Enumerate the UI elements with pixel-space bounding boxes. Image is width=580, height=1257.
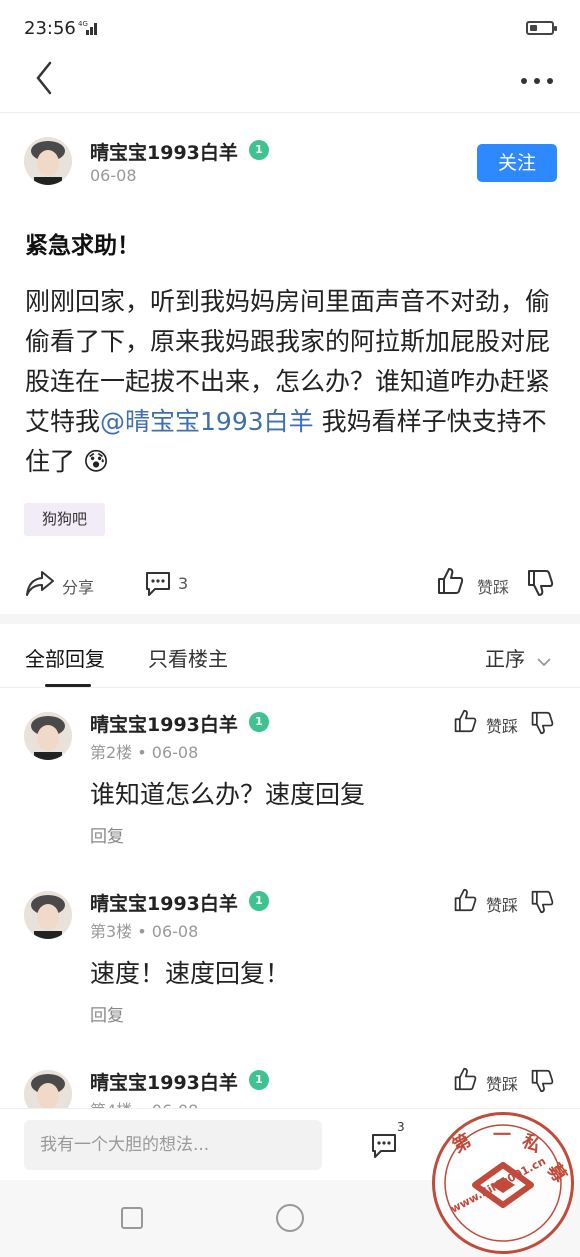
section-divider: [0, 614, 580, 624]
reply-vote-label: 赞踩: [486, 1075, 519, 1094]
signal-icon: 4G: [78, 20, 100, 39]
post-date: 06-08: [90, 166, 137, 185]
svg-text:一: 一: [493, 1125, 511, 1146]
reply-avatar[interactable]: [24, 712, 72, 760]
reply-button[interactable]: 回复: [90, 822, 124, 847]
reply-author-name[interactable]: 晴宝宝1993白羊: [90, 1068, 238, 1095]
post-title: 紧急求助！: [25, 233, 140, 259]
reply-text: 谁知道怎么办？速度回复: [90, 780, 366, 809]
sort-dropdown[interactable]: 正序: [485, 643, 552, 672]
reply-vote-label: 赞踩: [486, 717, 519, 736]
recents-button[interactable]: [121, 1207, 143, 1229]
comment-badge: 3: [397, 1120, 405, 1134]
reply-text: 速度！速度回复！: [90, 959, 291, 988]
svg-text:4G: 4G: [78, 20, 88, 28]
comment-input[interactable]: 我有一个大胆的想法...: [24, 1120, 322, 1170]
svg-text:募: 募: [542, 1159, 571, 1187]
fear-emoji-icon: 😰: [82, 447, 110, 476]
tabs-divider: [0, 687, 580, 688]
follow-button[interactable]: 关注: [477, 144, 557, 182]
reply-author-name[interactable]: 晴宝宝1993白羊: [90, 889, 238, 916]
back-button[interactable]: [30, 58, 60, 98]
forum-tag[interactable]: 狗狗吧: [24, 503, 105, 536]
thumbs-down-icon[interactable]: [530, 710, 554, 736]
comments-button[interactable]: 3: [368, 1120, 408, 1164]
home-button[interactable]: [276, 1204, 304, 1232]
reply-avatar[interactable]: [24, 1070, 72, 1110]
thumbs-up-icon[interactable]: [436, 566, 464, 596]
post-author-name[interactable]: 晴宝宝1993白羊: [90, 138, 238, 165]
vip-badge-icon: 1: [249, 712, 269, 732]
thumbs-down-icon[interactable]: [526, 568, 554, 598]
reply-item: 晴宝宝1993白羊 1 第4楼 • 06-08 赞踩: [0, 1054, 580, 1110]
comment-icon: [146, 572, 170, 596]
comment-count: 3: [178, 574, 189, 593]
nav-divider: [0, 112, 580, 113]
reply-avatar[interactable]: [24, 891, 72, 939]
reply-meta: 第3楼 • 06-08: [90, 922, 199, 941]
watermark-logo: 第 一 私 募 www.SiMu001.cn: [432, 1112, 574, 1254]
vip-badge-icon: 1: [249, 140, 269, 160]
status-time: 23:56: [24, 18, 76, 39]
share-icon: [26, 571, 54, 596]
battery-icon: [526, 21, 557, 35]
svg-text:私: 私: [519, 1130, 544, 1157]
vip-badge-icon: 1: [249, 891, 269, 911]
reply-item: 晴宝宝1993白羊 1 第2楼 • 06-08 赞踩 谁知道怎么办？速度回复 回…: [0, 696, 580, 866]
reply-button[interactable]: 回复: [90, 1001, 124, 1026]
thumbs-up-icon[interactable]: [453, 1066, 477, 1092]
thumbs-up-icon[interactable]: [453, 887, 477, 913]
sort-label: 正序: [485, 647, 525, 671]
vote-group: 赞踩: [436, 566, 556, 600]
thumbs-down-icon[interactable]: [530, 889, 554, 915]
tab-all-replies[interactable]: 全部回复: [25, 643, 105, 672]
watermark-seal-icon: 第 一 私 募 www.SiMu001.cn: [444, 1124, 571, 1242]
mention-link[interactable]: @晴宝宝1993白羊: [100, 407, 314, 436]
comment-icon: [372, 1134, 396, 1158]
vote-label: 赞踩: [477, 578, 510, 597]
reply-author-name[interactable]: 晴宝宝1993白羊: [90, 710, 238, 737]
tab-owner-only[interactable]: 只看楼主: [148, 643, 228, 672]
more-dots-icon: [521, 78, 553, 84]
reply-vote-label: 赞踩: [486, 896, 519, 915]
post-author-avatar[interactable]: [24, 137, 72, 185]
post-body: 刚刚回家，听到我妈妈房间里面声音不对劲，偷偷看了下，原来我妈跟我家的阿拉斯加屁股…: [25, 282, 555, 482]
thumbs-up-icon[interactable]: [453, 708, 477, 734]
thumbs-down-icon[interactable]: [530, 1068, 554, 1094]
vip-badge-icon: 1: [249, 1070, 269, 1090]
chevron-left-icon: [36, 61, 52, 95]
more-button[interactable]: [520, 68, 554, 88]
share-label: 分享: [62, 578, 95, 597]
chevron-down-icon: [537, 657, 551, 666]
reply-meta: 第2楼 • 06-08: [90, 743, 199, 762]
reply-item: 晴宝宝1993白羊 1 第3楼 • 06-08 赞踩 速度！速度回复！ 回复: [0, 875, 580, 1045]
